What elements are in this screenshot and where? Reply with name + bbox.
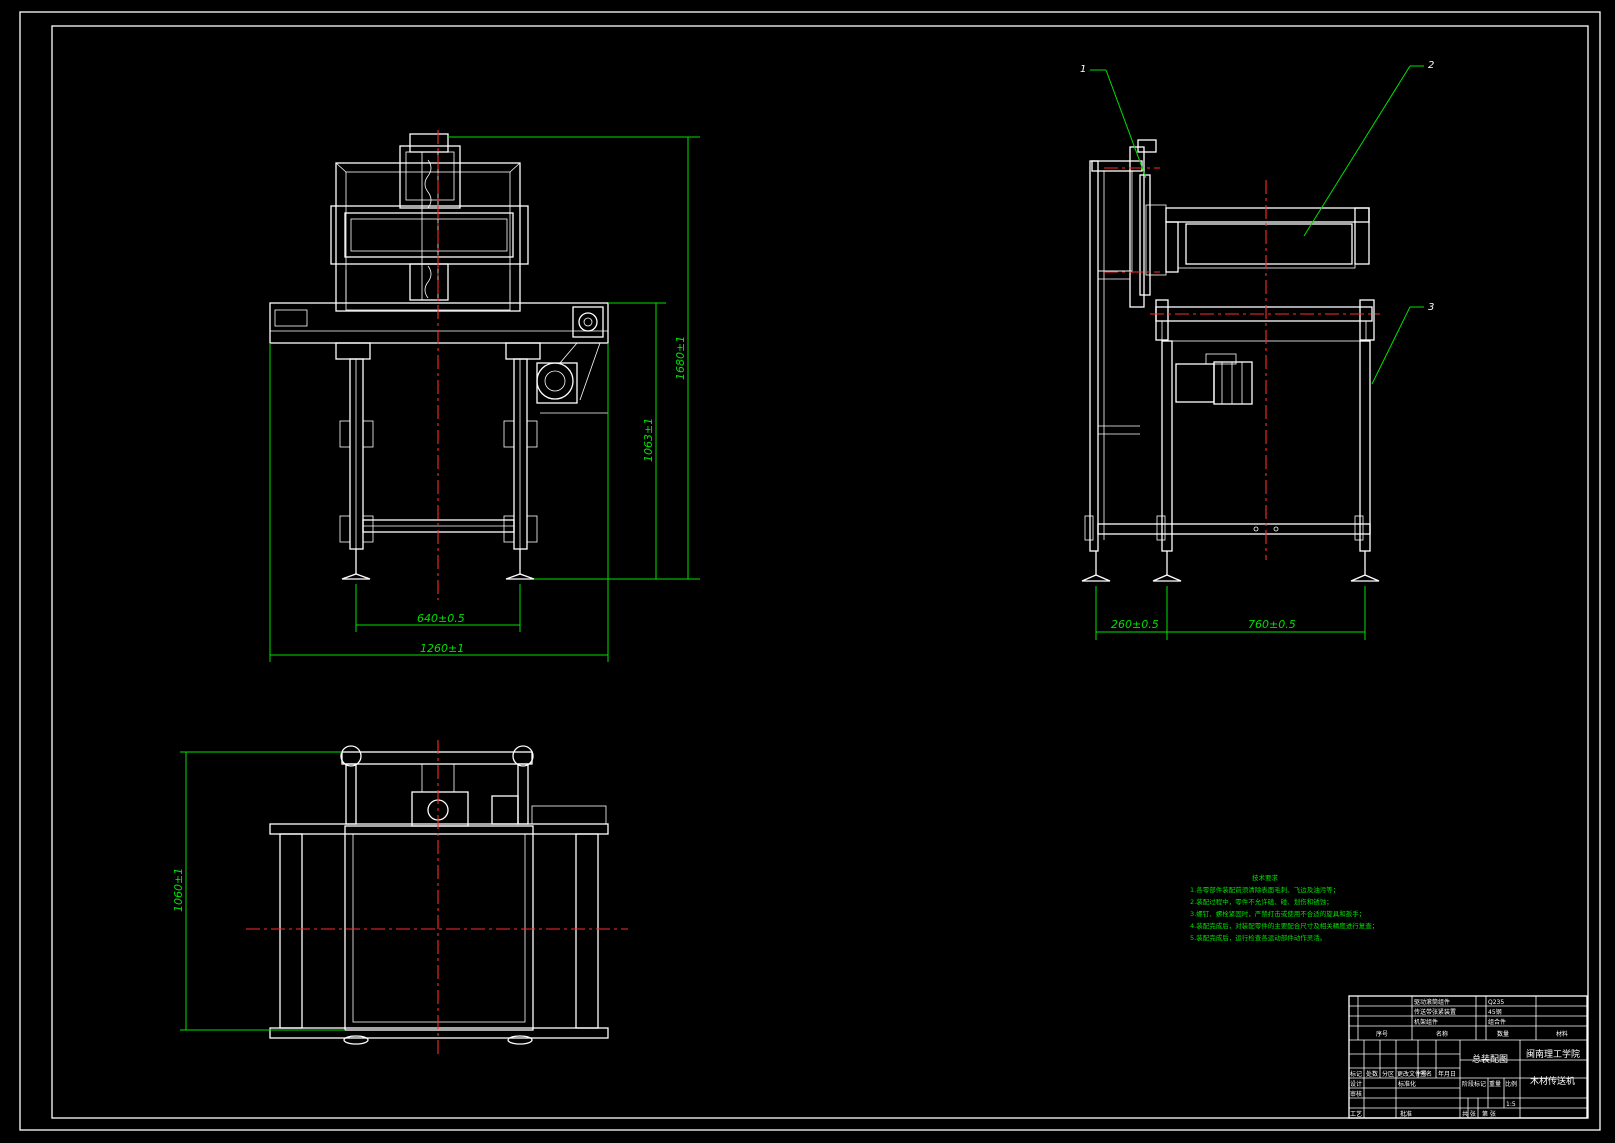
sheet-border <box>19 11 1601 1131</box>
tb-process: 工艺 <box>1350 1110 1362 1118</box>
callout-2: 2 <box>1428 60 1434 71</box>
part-spec-b: 45钢 <box>1488 1008 1502 1016</box>
header-qty: 数量 <box>1497 1030 1509 1038</box>
tb-count: 处数 <box>1366 1070 1378 1078</box>
tech-note-item: 3.螺钉、螺栓紧固时，严禁打击或使用不合适的旋具和扳手； <box>1190 909 1365 918</box>
tech-note-item: 4.装配完成后，对装配零件的主要配合尺寸及相关精度进行复查； <box>1190 921 1378 930</box>
side-view <box>1081 139 1380 582</box>
drawing-name: 总装配图 <box>1472 1053 1508 1065</box>
tb-sign: 签名 <box>1420 1070 1432 1078</box>
tb-approve: 批准 <box>1400 1110 1412 1118</box>
header-name: 名称 <box>1436 1030 1448 1038</box>
tb-weight: 重量 <box>1489 1080 1501 1088</box>
tb-scale: 1:5 <box>1506 1101 1516 1108</box>
tb-sheet-no: 第 张 <box>1482 1110 1496 1118</box>
dim-height-table: 1063±1 <box>642 418 655 462</box>
tb-review: 审核 <box>1350 1090 1362 1098</box>
tb-mark: 标记 <box>1350 1070 1362 1078</box>
tb-sheet-total: 共 张 <box>1462 1110 1476 1118</box>
dim-height-total: 1680±1 <box>674 336 687 380</box>
tb-date: 年月日 <box>1438 1070 1456 1078</box>
tech-note-item: 2.装配过程中，零件不允许磕、碰、划伤和锈蚀； <box>1190 897 1333 906</box>
tb-ratio: 比例 <box>1505 1080 1517 1088</box>
part-label-c: 机架组件 <box>1414 1018 1438 1026</box>
part-label-b: 传送带张紧装置 <box>1414 1008 1456 1016</box>
drawing-sheet: 1680±1 1063±1 640±0.5 1260±1 1 2 3 260±0… <box>19 11 1601 1131</box>
dim-leg-span: 640±0.5 <box>417 612 465 625</box>
front-view-dimensions: 1680±1 1063±1 640±0.5 1260±1 <box>269 136 700 662</box>
school-name: 闽南理工学院 <box>1526 1048 1580 1060</box>
dim-side-depth: 760±0.5 <box>1248 618 1296 631</box>
tb-stage-mark: 阶段标记 <box>1462 1080 1486 1088</box>
product-name: 木材传送机 <box>1530 1075 1575 1087</box>
title-block: 驱动滚筒组件 传送带张紧装置 机架组件 Q235 45钢 组合件 序号 名称 数… <box>1348 995 1588 1119</box>
header-seq: 序号 <box>1376 1030 1388 1038</box>
top-view <box>246 740 628 1055</box>
dim-top-depth: 1060±1 <box>172 868 185 912</box>
tb-standard: 标准化 <box>1398 1080 1416 1088</box>
header-material: 材料 <box>1556 1030 1568 1038</box>
side-view-dimensions: 260±0.5 760±0.5 <box>1095 586 1366 640</box>
tech-notes: 技术要求 1.各零部件装配前须清除表面毛刺、飞边及油污等； 2.装配过程中，零件… <box>1190 873 1378 942</box>
dim-width-total: 1260±1 <box>420 642 464 655</box>
callout-3: 3 <box>1428 302 1434 313</box>
callout-1: 1 <box>1080 64 1086 75</box>
front-view <box>269 130 609 600</box>
tech-notes-title: 技术要求 <box>1252 873 1279 882</box>
tb-zone: 分区 <box>1382 1070 1394 1078</box>
dim-front-offset: 260±0.5 <box>1111 618 1159 631</box>
top-view-dimensions: 1060±1 <box>172 751 345 1031</box>
part-spec-a: Q235 <box>1488 999 1504 1006</box>
tb-design: 设计 <box>1350 1080 1362 1088</box>
part-label-a: 驱动滚筒组件 <box>1414 998 1450 1006</box>
tech-note-item: 1.各零部件装配前须清除表面毛刺、飞边及油污等； <box>1190 885 1339 894</box>
part-spec-c: 组合件 <box>1488 1018 1506 1026</box>
tech-note-item: 5.装配完成后，运行检查各运动部件动作灵活。 <box>1190 933 1326 942</box>
